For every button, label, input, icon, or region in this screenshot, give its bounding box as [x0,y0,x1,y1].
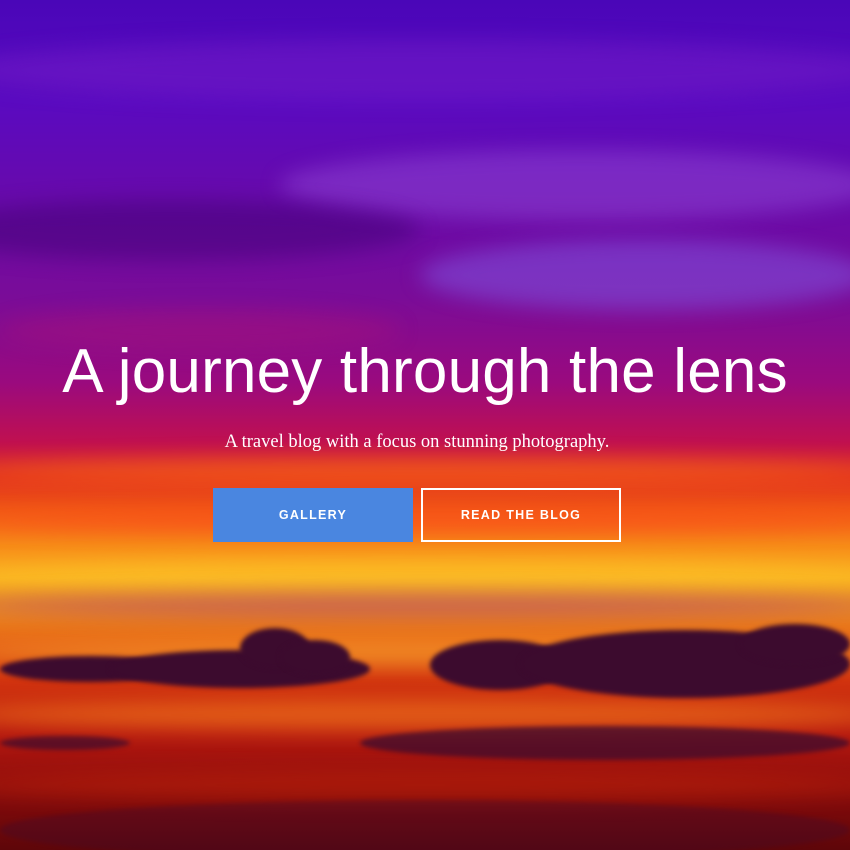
read-the-blog-button[interactable]: READ THE BLOG [421,488,621,542]
hero-headline: A journey through the lens [62,337,788,406]
hero-section: A journey through the lens A travel blog… [0,0,850,850]
hero-content: A journey through the lens A travel blog… [0,0,850,850]
gallery-button-label: GALLERY [278,508,348,522]
read-the-blog-button-label: READ THE BLOG [460,508,582,522]
hero-subtitle: A travel blog with a focus on stunning p… [224,432,610,452]
gallery-button[interactable]: GALLERY [213,488,413,542]
